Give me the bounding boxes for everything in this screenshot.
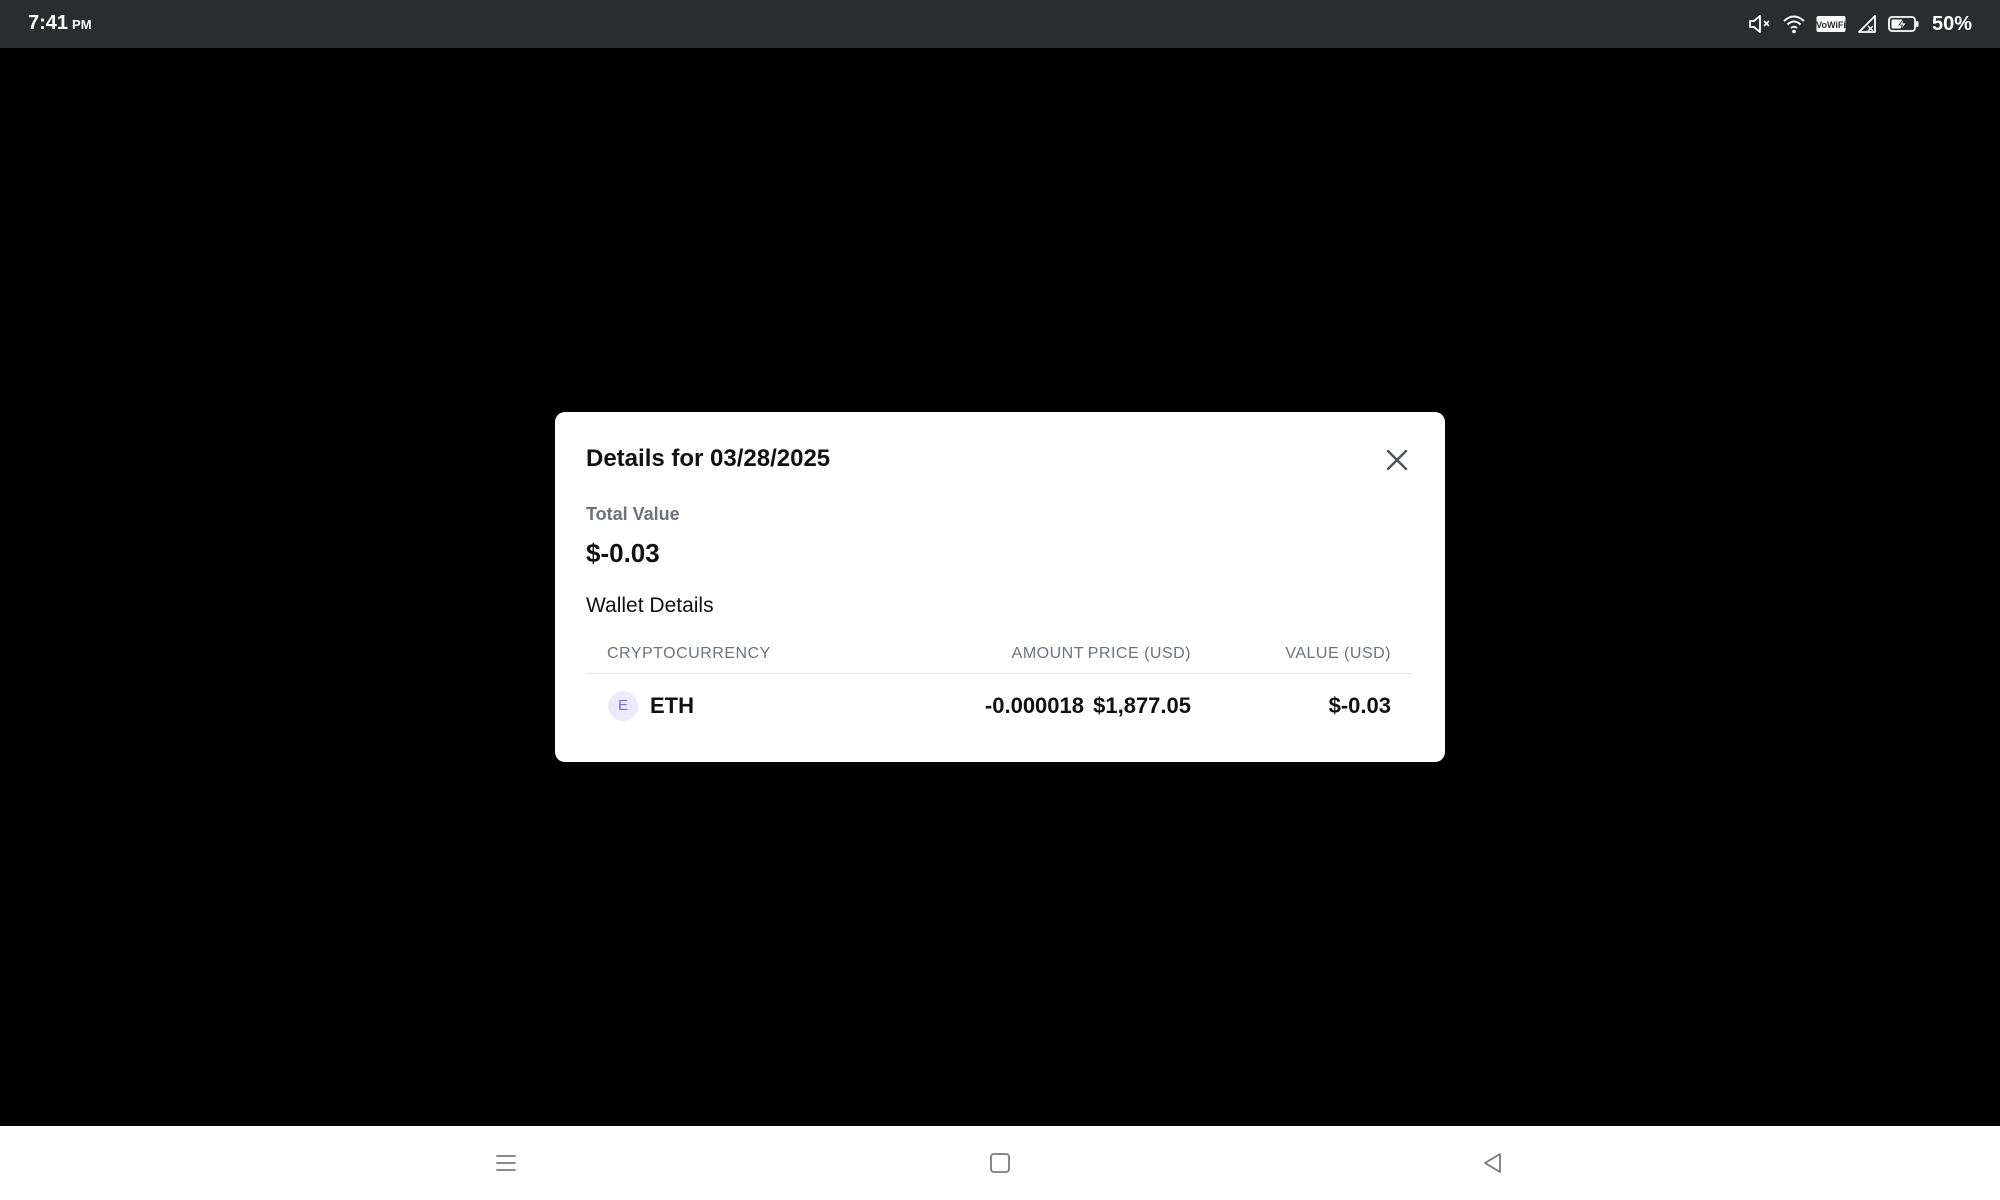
nav-menu-button[interactable] <box>489 1146 523 1180</box>
home-icon <box>990 1153 1010 1173</box>
status-bar: 7:41 PM VoWiFi 50% <box>0 0 2000 48</box>
header-value: VALUE (USD) <box>1285 645 1391 662</box>
navigation-bar <box>0 1126 2000 1200</box>
close-button[interactable] <box>1383 446 1411 474</box>
no-signal-icon <box>1856 13 1878 35</box>
menu-icon <box>496 1155 516 1171</box>
details-modal: Details for 03/28/2025 Total Value $-0.0… <box>555 412 1445 762</box>
back-icon <box>1484 1153 1501 1173</box>
header-amount: AMOUNT <box>1011 645 1084 662</box>
total-value-label: Total Value <box>586 504 680 524</box>
mute-icon <box>1748 13 1772 35</box>
header-cryptocurrency: CRYPTOCURRENCY <box>607 645 771 662</box>
nav-back-button[interactable] <box>1476 1146 1510 1180</box>
cell-value: $-0.03 <box>1328 693 1391 718</box>
vowifi-label: VoWiFi <box>1816 20 1846 30</box>
nav-home-button[interactable] <box>983 1146 1017 1180</box>
vowifi-icon: VoWiFi <box>1816 14 1846 34</box>
status-time: 7:41 PM <box>28 12 92 35</box>
coin-symbol: ETH <box>650 693 694 718</box>
battery-charging-icon <box>1888 14 1920 34</box>
wifi-icon <box>1782 13 1806 35</box>
total-value: $-0.03 <box>586 538 660 568</box>
wallet-details-heading: Wallet Details <box>586 594 714 617</box>
modal-title: Details for 03/28/2025 <box>586 445 831 472</box>
table-row: E ETH -0.000018 $1,877.05 $-0.03 <box>586 682 1412 730</box>
cell-amount: -0.000018 <box>984 693 1084 718</box>
table-header: CRYPTOCURRENCY AMOUNT PRICE (USD) VALUE … <box>586 645 1412 674</box>
status-time-ampm: PM <box>72 17 92 32</box>
coin-avatar: E <box>608 691 638 721</box>
status-time-value: 7:41 <box>28 12 69 34</box>
cell-price: $1,877.05 <box>1093 693 1191 718</box>
battery-percent: 50% <box>1931 12 1972 35</box>
status-icons: VoWiFi 50% <box>1748 10 1972 38</box>
close-icon <box>1386 449 1408 471</box>
header-price: PRICE (USD) <box>1087 645 1191 662</box>
